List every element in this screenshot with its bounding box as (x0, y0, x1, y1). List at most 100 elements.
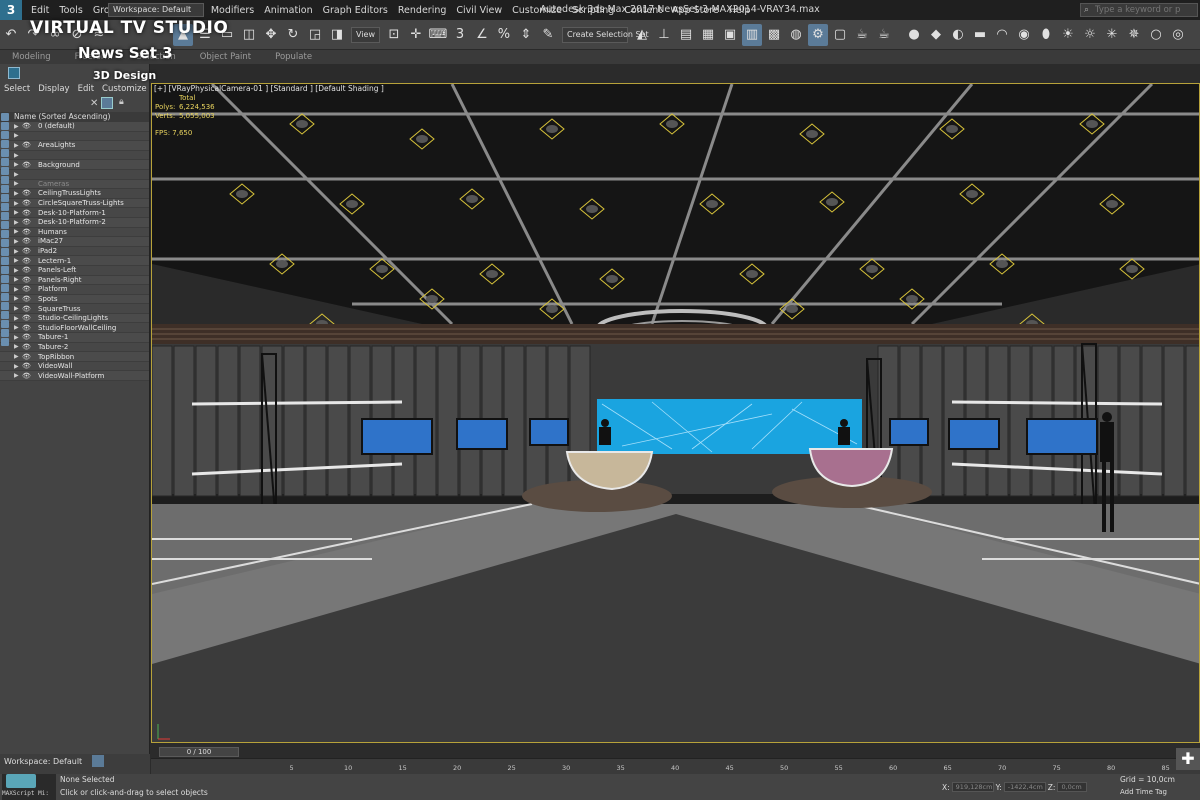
reference-coordinate-dropdown[interactable]: View (351, 26, 380, 43)
expand-icon[interactable]: ▶ (14, 257, 22, 264)
spinner-snap-icon[interactable]: ⇕ (516, 24, 536, 46)
visibility-eye-icon[interactable]: 👁︎ (22, 295, 32, 303)
layer-row[interactable]: ▶ 👁︎ iMac27 (0, 237, 149, 247)
render-production-icon[interactable]: ☕ (852, 24, 872, 46)
workspace-selector[interactable]: Workspace: Default (4, 757, 82, 766)
tab-object-paint[interactable]: Object Paint (188, 50, 263, 64)
viewport-label[interactable]: [+] [VRayPhysicalCamera-01 ] [Standard ]… (154, 84, 384, 93)
expand-icon[interactable]: ▶ (14, 228, 22, 235)
layer-row[interactable]: ▶ 👁︎ Panels-Right (0, 275, 149, 286)
render-setup-icon[interactable]: ⚙ (807, 23, 828, 46)
visibility-eye-icon[interactable]: 👁︎ (22, 343, 32, 351)
expand-icon[interactable]: ▶ (14, 324, 22, 331)
vray-sphere-icon[interactable]: ◉ (1014, 24, 1034, 46)
layer-row[interactable]: ▶ 👁︎ Platform (0, 285, 149, 295)
edit-named-selection-icon[interactable]: ✎ (538, 24, 558, 46)
visibility-eye-icon[interactable]: 👁︎ (22, 199, 32, 207)
expand-icon[interactable]: ▶ (14, 267, 22, 274)
visibility-eye-icon[interactable]: 👁︎ (22, 276, 32, 284)
layer-row[interactable]: ▶ (0, 150, 149, 161)
app-logo-icon[interactable]: 3 (0, 0, 22, 20)
layer-row[interactable]: ▶ 👁︎ Humans (0, 227, 149, 238)
expand-icon[interactable]: ▶ (14, 123, 22, 130)
explorer-menu-select[interactable]: Select (0, 84, 34, 94)
vray-proxy-icon[interactable]: ✳ (1102, 24, 1122, 46)
explorer-filter-icon[interactable] (1, 266, 9, 274)
search-input[interactable] (1081, 5, 1181, 15)
visibility-eye-icon[interactable]: 👁︎ (22, 257, 32, 265)
expand-icon[interactable]: ▶ (14, 363, 22, 370)
select-move-icon[interactable]: ✥ (261, 24, 281, 46)
explorer-menu-display[interactable]: Display (34, 84, 73, 94)
expand-icon[interactable]: ▶ (14, 171, 22, 178)
layer-row[interactable]: ▶ 👁︎ CircleSquareTruss-Lights (0, 198, 149, 209)
expand-icon[interactable]: ▶ (14, 305, 22, 312)
explorer-filter-icon[interactable] (1, 194, 9, 202)
y-coordinate-field[interactable]: -1422,4cm (1003, 782, 1046, 792)
visibility-eye-icon[interactable]: 👁︎ (22, 189, 32, 197)
explorer-mode-icon[interactable] (8, 67, 20, 79)
menu-animation[interactable]: Animation (259, 5, 317, 16)
visibility-eye-icon[interactable]: 👁︎ (22, 141, 32, 149)
visibility-eye-icon[interactable]: 👁︎ (22, 362, 32, 370)
visibility-eye-icon[interactable]: 👁︎ (22, 324, 32, 332)
visibility-eye-icon[interactable]: 👁︎ (22, 247, 32, 255)
visibility-eye-icon[interactable]: 👁︎ (22, 333, 32, 341)
explorer-filter-icon[interactable] (1, 275, 9, 283)
explorer-filter-icon[interactable] (1, 131, 9, 139)
layer-row[interactable]: ▶ 👁︎ TopRibbon (0, 352, 149, 362)
layer-row[interactable]: ▶ 👁︎ Background (0, 160, 149, 170)
layer-row[interactable]: ▶ Cameras (0, 179, 149, 190)
vray-sphere-fade-icon[interactable]: ○ (1146, 24, 1166, 46)
maxscript-listener[interactable]: MAXScript Mi: (2, 774, 56, 800)
undo-icon[interactable]: ↶ (1, 24, 21, 46)
layer-row[interactable]: ▶ 👁︎ Tabure-2 (0, 342, 149, 353)
explorer-filter-icon[interactable] (1, 239, 9, 247)
tab-selection[interactable]: Selection (125, 50, 188, 64)
visibility-eye-icon[interactable]: 👁︎ (22, 314, 32, 322)
layer-row[interactable]: ▶ (0, 131, 149, 142)
expand-icon[interactable]: ▶ (14, 200, 22, 207)
layer-icon[interactable] (92, 755, 104, 767)
layer-row[interactable]: ▶ 👁︎ Lectern-1 (0, 256, 149, 266)
expand-icon[interactable]: ▶ (14, 334, 22, 341)
select-object-icon[interactable]: ▲ (173, 23, 193, 46)
explorer-menu-edit[interactable]: Edit (74, 84, 98, 94)
snaps-toggle-icon[interactable]: 3 (450, 24, 470, 46)
layer-row[interactable]: ▶ 👁︎ Studio-CeilingLights (0, 313, 149, 324)
select-rotate-icon[interactable]: ↻ (283, 24, 303, 46)
visibility-eye-icon[interactable]: 👁︎ (22, 266, 32, 274)
layer-row[interactable]: ▶ (0, 169, 149, 180)
expand-icon[interactable]: ▶ (14, 295, 22, 302)
rendered-frame-icon[interactable]: ▢ (830, 24, 850, 46)
vray-physical-camera-icon[interactable]: ◎ (1168, 24, 1188, 46)
layer-row[interactable]: ▶ 👁︎ VideoWall-Platform (0, 371, 149, 382)
add-time-tag[interactable]: Add Time Tag (1120, 788, 1167, 796)
explorer-filter-icon[interactable] (1, 203, 9, 211)
explorer-filter-icon[interactable] (1, 329, 9, 337)
time-slider[interactable]: 0 / 100 (151, 746, 1200, 758)
visibility-eye-icon[interactable]: 👁︎ (22, 122, 32, 130)
expand-icon[interactable]: ▶ (14, 315, 22, 322)
expand-icon[interactable]: ▶ (14, 238, 22, 245)
vray-mesh-light-icon[interactable]: ⬮ (1036, 24, 1056, 46)
track-bar[interactable]: 51015202530354045505560657075808590 (151, 758, 1200, 774)
layer-row[interactable]: ▶ 👁︎ Panels-Left (0, 265, 149, 276)
close-icon[interactable]: ✕ (90, 98, 98, 109)
layer-explorer-icon[interactable]: ▤ (676, 24, 696, 46)
layer-row[interactable]: ▶ 👁︎ Desk-10-Platform-2 (0, 217, 149, 228)
tab-modeling[interactable]: Modeling (0, 50, 63, 64)
vray-light-icon[interactable]: ◐ (948, 24, 968, 46)
explorer-filter-icon[interactable] (1, 176, 9, 184)
expand-icon[interactable]: ▶ (14, 219, 22, 226)
render-iterative-icon[interactable]: ☕ (874, 24, 894, 46)
schematic-view-icon[interactable]: ▩ (764, 24, 784, 46)
select-scale-icon[interactable]: ◲ (305, 24, 325, 46)
layer-row[interactable]: ▶ 👁︎ SquareTruss (0, 304, 149, 314)
expand-icon[interactable]: ▶ (14, 343, 22, 350)
pivot-center-icon[interactable]: ⊡ (384, 24, 404, 46)
material-editor-icon[interactable]: ◍ (786, 24, 806, 46)
expand-icon[interactable]: ▶ (14, 353, 22, 360)
menu-tools[interactable]: Tools (54, 5, 87, 16)
menu-edit[interactable]: Edit (26, 5, 54, 16)
